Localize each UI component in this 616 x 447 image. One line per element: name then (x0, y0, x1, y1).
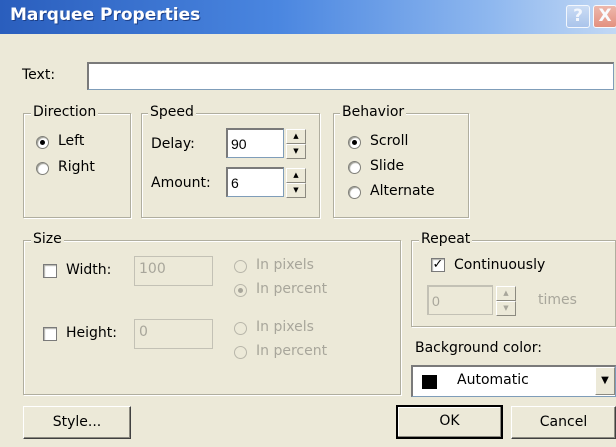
continuously-label[interactable]: Continuously (454, 257, 545, 273)
delay-down-icon[interactable]: ▼ (286, 144, 306, 159)
background-color-label: Background color: (415, 340, 542, 356)
close-icon[interactable]: X (593, 5, 616, 28)
delay-up-icon[interactable]: ▲ (286, 129, 306, 144)
width-checkbox[interactable] (43, 264, 57, 278)
continuously-checkbox[interactable]: ✓ (431, 258, 445, 272)
behavior-slide-radio[interactable] (348, 161, 361, 174)
height-label[interactable]: Height: (66, 325, 117, 341)
times-label: times (538, 292, 577, 308)
background-color-select[interactable]: Automatic ▼ (411, 365, 616, 397)
height-percent-label[interactable]: In percent (256, 343, 327, 359)
title-bar: Marquee Properties ? X (0, 0, 616, 34)
repeat-times-spinner[interactable]: ▲ ▼ (496, 286, 516, 316)
style-button[interactable]: Style... (23, 406, 131, 439)
repeat-legend: Repeat (419, 231, 473, 247)
amount-input[interactable] (226, 167, 284, 197)
background-color-value: Automatic (457, 372, 529, 388)
color-swatch (422, 375, 437, 389)
text-input[interactable] (87, 62, 614, 90)
width-pixels-radio[interactable] (234, 260, 247, 273)
width-pixels-label[interactable]: In pixels (256, 257, 314, 273)
height-pixels-label[interactable]: In pixels (256, 319, 314, 335)
direction-left-label[interactable]: Left (58, 133, 84, 149)
height-pixels-radio[interactable] (234, 322, 247, 335)
behavior-slide-label[interactable]: Slide (370, 158, 404, 174)
repeat-up-icon[interactable]: ▲ (496, 286, 516, 301)
amount-up-icon[interactable]: ▲ (286, 168, 306, 183)
delay-label: Delay: (151, 136, 195, 152)
direction-legend: Direction (31, 104, 99, 120)
amount-spinner[interactable]: ▲ ▼ (286, 168, 306, 198)
height-percent-radio[interactable] (234, 346, 247, 359)
repeat-times-input[interactable] (427, 285, 493, 315)
height-checkbox[interactable] (43, 327, 57, 341)
behavior-scroll-label[interactable]: Scroll (370, 133, 408, 149)
amount-label: Amount: (151, 175, 211, 191)
chevron-down-icon[interactable]: ▼ (595, 367, 615, 395)
delay-input[interactable] (226, 128, 284, 158)
delay-spinner[interactable]: ▲ ▼ (286, 129, 306, 159)
width-input[interactable]: 100 (134, 256, 213, 286)
direction-right-radio[interactable] (36, 162, 49, 175)
width-label[interactable]: Width: (66, 262, 111, 278)
repeat-down-icon[interactable]: ▼ (496, 301, 516, 316)
help-icon[interactable]: ? (566, 5, 590, 28)
window-title: Marquee Properties (10, 5, 201, 25)
direction-right-label[interactable]: Right (58, 159, 95, 175)
direction-left-radio[interactable] (36, 136, 49, 149)
height-input[interactable]: 0 (134, 319, 213, 349)
amount-down-icon[interactable]: ▼ (286, 183, 306, 198)
behavior-legend: Behavior (340, 104, 407, 120)
cancel-button[interactable]: Cancel (511, 406, 616, 439)
width-percent-radio[interactable] (234, 284, 247, 297)
speed-legend: Speed (148, 104, 196, 120)
ok-button[interactable]: OK (396, 405, 503, 439)
behavior-scroll-radio[interactable] (348, 136, 361, 149)
behavior-alternate-label[interactable]: Alternate (370, 183, 435, 199)
size-legend: Size (31, 231, 64, 247)
behavior-alternate-radio[interactable] (348, 186, 361, 199)
width-percent-label[interactable]: In percent (256, 281, 327, 297)
text-label: Text: (22, 67, 56, 83)
